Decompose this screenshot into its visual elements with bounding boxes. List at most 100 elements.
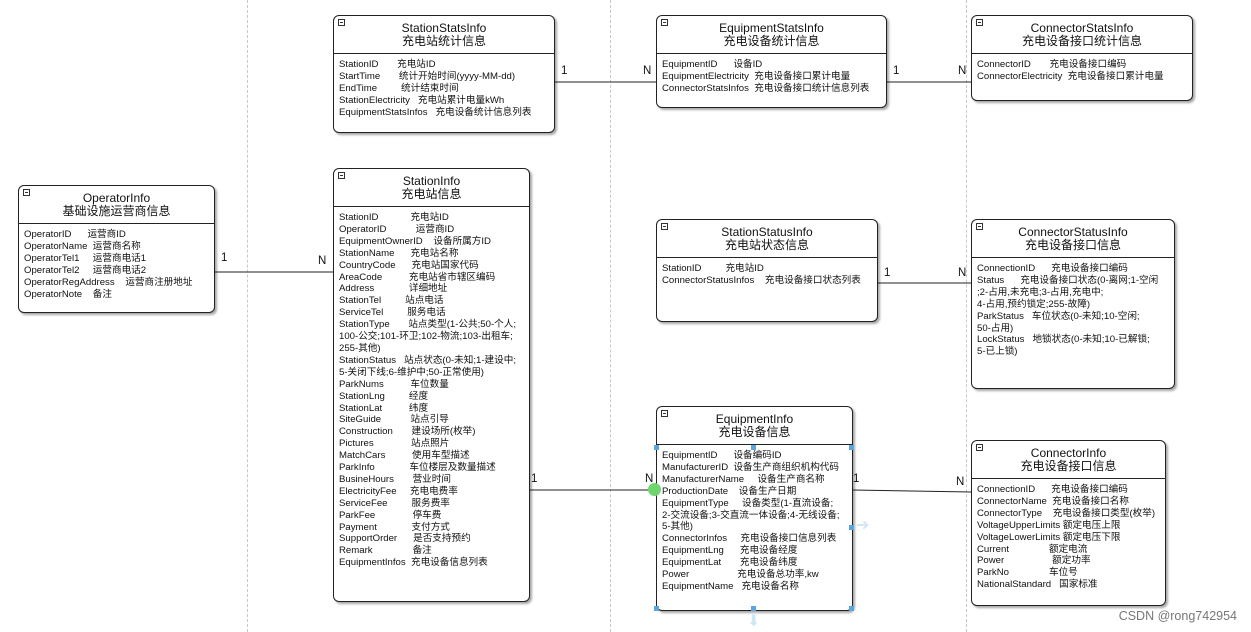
field-row: OperatorName 运营商名称 bbox=[24, 240, 141, 252]
entity-fields: ConnectorID 充电设备接口编码 ConnectorElectricit… bbox=[972, 54, 1192, 87]
entity-equipment-stats-info[interactable]: EquipmentStatsInfo 充电设备统计信息 EquipmentID … bbox=[656, 15, 887, 108]
resize-handle[interactable] bbox=[654, 445, 659, 450]
field-row: Construction 建设场所(枚举) bbox=[339, 426, 476, 438]
field-row: SiteGuide 站点引导 bbox=[339, 414, 449, 426]
field-row: ConnectorStatsInfos 充电设备接口统计信息列表 bbox=[662, 82, 870, 94]
entity-header: EquipmentInfo 充电设备信息 bbox=[657, 407, 852, 445]
resize-handle[interactable] bbox=[751, 445, 756, 450]
field-row: VoltageUpperLimits 额定电压上限 bbox=[977, 519, 1121, 531]
collapse-icon[interactable] bbox=[23, 189, 30, 196]
field-row: StationID 充电站ID bbox=[339, 59, 436, 70]
entity-station-stats-info[interactable]: StationStatsInfo 充电站统计信息 StationID 充电站ID… bbox=[333, 15, 555, 133]
field-row: EndTime 统计结束时间 bbox=[339, 82, 459, 94]
field-row: OperatorTel2 运营商电话2 bbox=[24, 264, 147, 276]
field-row: MatchCars 使用车型描述 bbox=[339, 450, 470, 462]
field-row: ParkStatus 车位状态(0-未知;10-空闲; 50-占用) bbox=[977, 310, 1140, 334]
field-row: AreaCode 充电站省市辖区编码 bbox=[339, 271, 496, 283]
field-row: ConnectorID 充电设备接口编码 bbox=[977, 59, 1127, 70]
resize-handle[interactable] bbox=[751, 606, 756, 611]
field-row: Payment 支付方式 bbox=[339, 521, 450, 533]
arrow-right-icon[interactable]: ➔ bbox=[856, 518, 869, 534]
watermark: CSDN @rong742954 bbox=[1118, 609, 1237, 623]
entity-station-info[interactable]: StationInfo 充电站信息 StationID 充电站ID Operat… bbox=[333, 168, 530, 602]
collapse-icon[interactable] bbox=[661, 19, 668, 26]
mult-stationstats-one: 1 bbox=[561, 65, 568, 77]
field-row: ParkNums 车位数量 bbox=[339, 378, 449, 390]
mult-connectorstats-many: N bbox=[958, 65, 967, 77]
entity-subtitle: 充电设备统计信息 bbox=[723, 34, 820, 48]
entity-connector-stats-info[interactable]: ConnectorStatsInfo 充电设备接口统计信息 ConnectorI… bbox=[971, 15, 1193, 101]
resize-handle[interactable] bbox=[654, 606, 659, 611]
field-row: StationStatus 站点状态(0-未知;1-建设中; 5-关闭下线;6-… bbox=[339, 354, 516, 378]
entity-fields: OperatorID 运营商ID OperatorName 运营商名称 Oper… bbox=[19, 224, 214, 304]
connection-point-icon[interactable] bbox=[648, 483, 661, 496]
field-row: Address 详细地址 bbox=[339, 283, 448, 295]
entity-subtitle: 充电站状态信息 bbox=[724, 238, 809, 252]
field-row: OperatorNote 备注 bbox=[24, 288, 112, 300]
field-row: Status 充电设备接口状态(0-离网;1-空闲 ;2-占用,未充电;3-占用… bbox=[977, 274, 1159, 310]
entity-station-status-info[interactable]: StationStatusInfo 充电站状态信息 StationID 充电站I… bbox=[656, 219, 878, 322]
mult-equipment-one: 1 bbox=[853, 473, 860, 485]
collapse-icon[interactable] bbox=[976, 223, 983, 230]
field-row: EquipmentName 充电设备名称 bbox=[662, 580, 800, 592]
field-row: EquipmentElectricity 充电设备接口累计电量 bbox=[662, 70, 851, 82]
field-row: ConnectorType 充电设备接口类型(枚举) bbox=[977, 507, 1156, 519]
arrow-down-icon[interactable]: ⬇ bbox=[747, 614, 760, 630]
mult-stationstatus-one: 1 bbox=[884, 267, 891, 279]
field-row: ConnectorStatusInfos 充电设备接口状态列表 bbox=[662, 274, 861, 286]
collapse-icon[interactable] bbox=[338, 172, 345, 179]
entity-operator-info[interactable]: OperatorInfo 基础设施运营商信息 OperatorID 运营商ID … bbox=[18, 185, 215, 313]
field-row: BusineHours 营业时间 bbox=[339, 473, 451, 485]
field-row: StationTel 站点电话 bbox=[339, 295, 444, 307]
field-row: SupportOrder 是否支持预约 bbox=[339, 533, 471, 545]
field-row: ConnectionID 充电设备接口编码 bbox=[977, 484, 1128, 495]
resize-handle[interactable] bbox=[849, 525, 854, 530]
field-row: ConnectorInfos 充电设备接口信息列表 bbox=[662, 533, 837, 545]
field-row: StationElectricity 充电站累计电量kWh bbox=[339, 94, 505, 106]
entity-fields: ConnectionID 充电设备接口编码 Status 充电设备接口状态(0-… bbox=[972, 258, 1174, 362]
field-row: EquipmentStatsInfos 充电设备统计信息列表 bbox=[339, 106, 532, 118]
field-row: StationID 充电站ID bbox=[662, 263, 764, 274]
entity-fields: StationID 充电站ID StartTime 统计开始时间(yyyy-MM… bbox=[334, 54, 554, 123]
mult-equipmentstats-many: N bbox=[643, 65, 652, 77]
field-row: ConnectorElectricity 充电设备接口累计电量 bbox=[977, 70, 1164, 82]
field-row: StationName 充电站名称 bbox=[339, 247, 459, 259]
entity-fields: ConnectionID 充电设备接口编码 ConnectorName 充电设备… bbox=[972, 479, 1165, 595]
collapse-icon[interactable] bbox=[976, 444, 983, 451]
entity-subtitle: 充电站信息 bbox=[401, 187, 462, 201]
field-row: ConnectionID 充电设备接口编码 bbox=[977, 263, 1128, 274]
field-row: ServiceFee 服务费率 bbox=[339, 497, 450, 509]
entity-header: ConnectorInfo 充电设备接口信息 bbox=[972, 441, 1165, 479]
resize-handle[interactable] bbox=[849, 606, 854, 611]
mult-operator-one: 1 bbox=[221, 252, 228, 264]
field-row: EquipmentOwnerID 设备所属方ID bbox=[339, 235, 491, 247]
entity-header: StationInfo 充电站信息 bbox=[334, 169, 529, 207]
field-row: ManufacturerName 设备生产商名称 bbox=[662, 473, 825, 485]
entity-subtitle: 充电设备接口信息 bbox=[1024, 238, 1121, 252]
field-row: ProductionDate 设备生产日期 bbox=[662, 485, 797, 497]
entity-subtitle: 充电设备接口信息 bbox=[1020, 459, 1117, 473]
collapse-icon[interactable] bbox=[661, 410, 668, 417]
field-row: Power 额定功率 bbox=[977, 555, 1091, 567]
collapse-icon[interactable] bbox=[976, 19, 983, 26]
resize-handle[interactable] bbox=[849, 445, 854, 450]
field-row: VoltageLowerLimits 额定电压下限 bbox=[977, 531, 1121, 543]
field-row: ConnectorName 充电设备接口名称 bbox=[977, 495, 1129, 507]
collapse-icon[interactable] bbox=[338, 19, 345, 26]
entity-connector-status-info[interactable]: ConnectorStatusInfo 充电设备接口信息 ConnectionI… bbox=[971, 219, 1175, 389]
entity-header: StationStatsInfo 充电站统计信息 bbox=[334, 16, 554, 54]
field-row: ParkNo 车位号 bbox=[977, 567, 1078, 579]
field-row: StationType 站点类型(1-公共;50-个人; 100-公交;101-… bbox=[339, 319, 516, 354]
field-row: StartTime 统计开始时间(yyyy-MM-dd) bbox=[339, 70, 516, 82]
entity-connector-info[interactable]: ConnectorInfo 充电设备接口信息 ConnectionID 充电设备… bbox=[971, 440, 1166, 606]
field-row: Pictures 站点照片 bbox=[339, 438, 450, 450]
entity-subtitle: 充电设备信息 bbox=[718, 425, 791, 439]
entity-header: EquipmentStatsInfo 充电设备统计信息 bbox=[657, 16, 886, 54]
field-row: StationLat 纬度 bbox=[339, 402, 429, 414]
field-row: EquipmentLng 充电设备经度 bbox=[662, 545, 798, 557]
collapse-icon[interactable] bbox=[661, 223, 668, 230]
field-row: Remark 备注 bbox=[339, 545, 432, 557]
field-row: EquipmentLat 充电设备纬度 bbox=[662, 557, 798, 569]
entity-subtitle: 充电站统计信息 bbox=[401, 34, 486, 48]
entity-equipment-info[interactable]: EquipmentInfo 充电设备信息 EquipmentID 设备编码ID … bbox=[656, 406, 853, 611]
